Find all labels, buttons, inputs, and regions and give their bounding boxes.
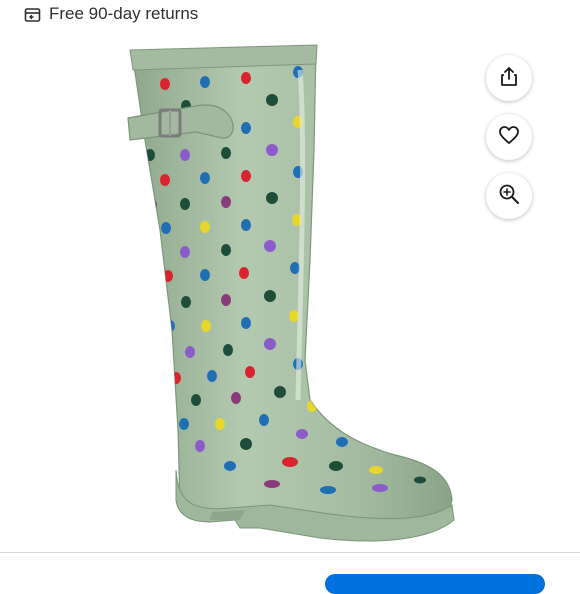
product-image-area[interactable]	[0, 32, 580, 552]
returns-text: Free 90-day returns	[49, 4, 199, 23]
product-image	[127, 44, 455, 542]
divider	[0, 552, 580, 553]
favorite-button[interactable]	[486, 114, 532, 160]
heart-icon	[498, 124, 520, 151]
zoom-in-icon	[498, 183, 520, 210]
zoom-button[interactable]	[486, 173, 532, 219]
share-button[interactable]	[486, 55, 532, 101]
share-icon	[498, 65, 520, 92]
return-box-icon	[24, 6, 41, 23]
add-to-cart-button[interactable]	[325, 574, 545, 594]
returns-banner: Free 90-day returns	[24, 3, 198, 25]
